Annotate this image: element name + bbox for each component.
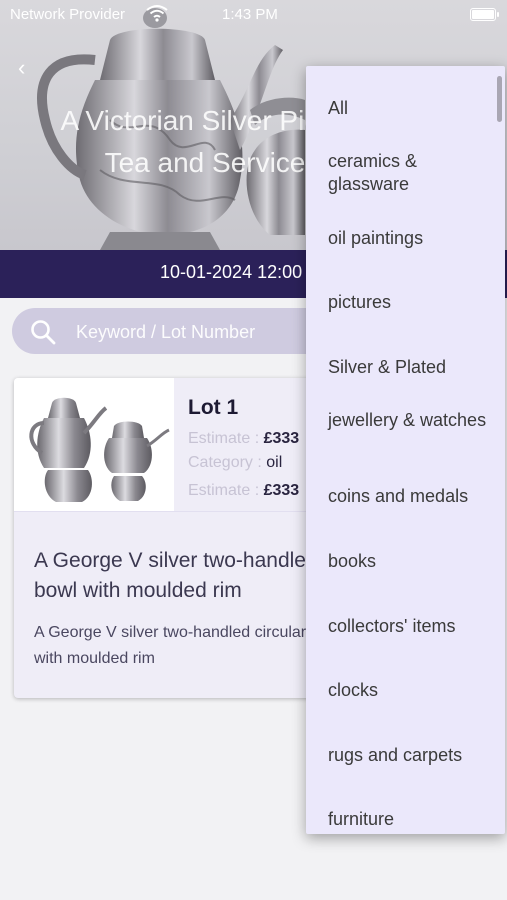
menu-item-jewellery-watches[interactable]: jewellery & watches — [328, 409, 498, 432]
estimate-label-2: Estimate : — [188, 482, 260, 499]
menu-item-collectors-items[interactable]: collectors' items — [328, 615, 498, 638]
estimate-label: Estimate : — [188, 430, 260, 447]
lot-card[interactable]: Lot 1 Estimate : £333 Category : oil Est… — [14, 378, 344, 698]
battery-icon — [470, 8, 499, 21]
search-input[interactable] — [74, 308, 338, 356]
dropdown-scrollbar[interactable] — [497, 76, 502, 122]
carrier-label: Network Provider — [10, 6, 126, 23]
estimate-row-2: Estimate : £333 — [188, 482, 299, 500]
search-bar[interactable] — [12, 308, 342, 356]
lot-description-title: A George V silver two-handled bowl with … — [34, 549, 318, 602]
menu-item-oil-paintings[interactable]: oil paintings — [328, 227, 498, 250]
menu-item-silver-plated[interactable]: Silver & Plated — [328, 356, 498, 379]
card-divider — [14, 511, 344, 512]
category-label: Category : — [188, 454, 262, 471]
lot-thumbnail — [14, 378, 174, 511]
auction-datetime: 10-01-2024 12:00 — [160, 262, 303, 282]
menu-item-ceramics-glassware[interactable]: ceramics & glassware — [328, 150, 498, 196]
estimate-value: £333 — [263, 430, 300, 447]
lot-description-body: A George V silver two-handled circular b… — [34, 624, 344, 667]
chevron-left-icon[interactable]: ‹ — [18, 55, 25, 81]
status-bar: Network Provider 1:43 PM — [0, 0, 507, 30]
category-dropdown-menu[interactable]: All ceramics & glassware oil paintings p… — [306, 66, 505, 834]
lot-number: Lot 1 — [188, 396, 239, 419]
menu-item-clocks[interactable]: clocks — [328, 679, 498, 702]
menu-item-all[interactable]: All — [328, 97, 498, 120]
estimate-row: Estimate : £333 — [188, 430, 299, 448]
estimate-value-2: £333 — [263, 482, 300, 499]
search-icon — [30, 319, 56, 350]
menu-item-books[interactable]: books — [328, 550, 498, 573]
category-row: Category : oil — [188, 454, 282, 472]
menu-item-furniture[interactable]: furniture — [328, 808, 498, 831]
category-value: oil — [266, 454, 283, 471]
menu-item-pictures[interactable]: pictures — [328, 291, 498, 314]
clock-label: 1:43 PM — [222, 6, 278, 23]
menu-item-rugs-carpets[interactable]: rugs and carpets — [328, 744, 498, 767]
menu-item-coins-medals[interactable]: coins and medals — [328, 485, 498, 508]
wifi-icon — [146, 4, 168, 26]
